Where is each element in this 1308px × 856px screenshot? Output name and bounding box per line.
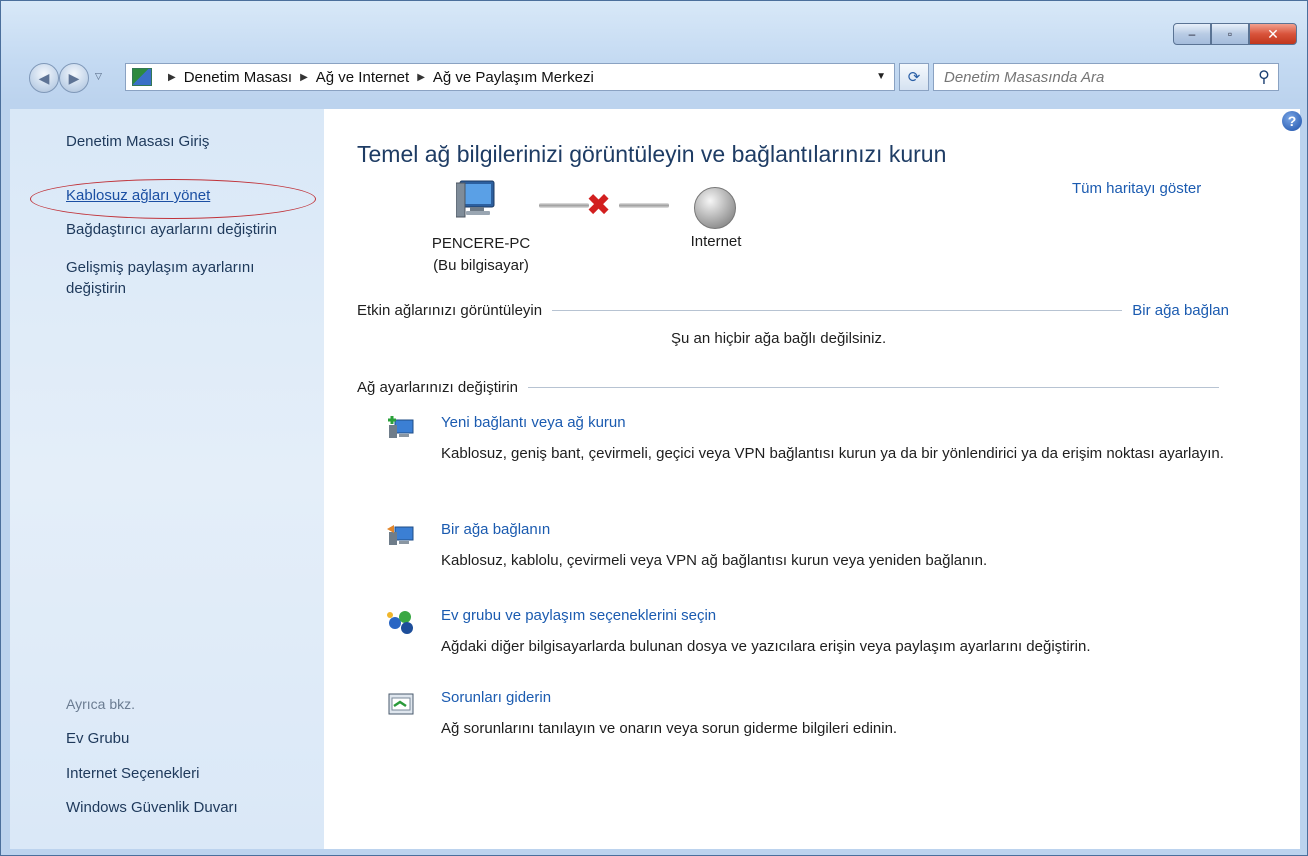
section-divider (527, 387, 1219, 388)
navigation-bar: ◀ ▶ ▽ ▶ Denetim Masası ▶ Ağ ve Internet … (23, 61, 1293, 93)
task-description: Ağ sorunlarını tanılayın ve onarın veya … (441, 720, 898, 737)
change-settings-header: Ağ ayarlarınızı değiştirin (357, 379, 1229, 396)
connect-network-icon[interactable] (387, 523, 415, 549)
troubleshoot-icon[interactable] (387, 691, 415, 717)
task-description: Kablosuz, geniş bant, çevirmeli, geçici … (441, 445, 1224, 462)
main-content: ? Temel ağ bilgilerinizi görüntüleyin ve… (324, 109, 1302, 849)
see-also-homegroup[interactable]: Ev Grubu (66, 730, 129, 747)
computer-subtitle: (Bu bilgisayar) (433, 257, 529, 274)
connect-to-network-link[interactable]: Bir ağa bağlan (1132, 302, 1229, 319)
see-also-internet-options[interactable]: Internet Seçenekleri (66, 765, 199, 782)
task-description: Kablosuz, kablolu, çevirmeli veya VPN ağ… (441, 552, 988, 569)
network-status-text: Şu an hiçbir ağa bağlı değilsiniz. (671, 330, 887, 347)
search-input[interactable] (934, 67, 1250, 87)
refresh-icon[interactable]: ⟳ (899, 63, 929, 91)
see-also-windows-firewall[interactable]: Windows Güvenlik Duvarı (66, 799, 238, 816)
connection-line (539, 203, 589, 208)
address-dropdown-icon[interactable]: ▼ (876, 71, 886, 82)
breadcrumb-separator-icon[interactable]: ▶ (300, 72, 308, 83)
maximize-button[interactable]: ▫ (1211, 23, 1249, 45)
section-divider (552, 310, 1123, 311)
computer-icon[interactable] (456, 177, 502, 223)
active-networks-header: Etkin ağlarınızı görüntüleyin Bir ağa ba… (357, 302, 1229, 319)
breadcrumb-separator-icon[interactable]: ▶ (168, 72, 176, 83)
minimize-button[interactable]: – (1173, 23, 1211, 45)
sidebar-advanced-sharing[interactable]: Gelişmiş paylaşım ayarlarını değiştirin (66, 257, 306, 299)
sidebar-manage-wireless[interactable]: Kablosuz ağları yönet (66, 187, 210, 204)
task-link-troubleshoot[interactable]: Sorunları giderin (441, 689, 551, 706)
breadcrumb-network-sharing-center[interactable]: Ağ ve Paylaşım Merkezi (433, 69, 594, 86)
computer-label: PENCERE-PC (Bu bilgisayar) (416, 233, 546, 277)
task-sidebar: Denetim Masası Giriş Kablosuz ağları yön… (10, 109, 324, 849)
breadcrumb-network-internet[interactable]: Ağ ve Internet (316, 69, 409, 86)
see-also-label: Ayrıca bkz. (66, 696, 135, 712)
history-dropdown-icon[interactable]: ▽ (95, 71, 102, 82)
page-title: Temel ağ bilgilerinizi görüntüleyin ve b… (357, 141, 947, 167)
see-full-map-link[interactable]: Tüm haritayı göster (1072, 180, 1201, 197)
sidebar-control-panel-home[interactable]: Denetim Masası Giriş (66, 133, 209, 150)
back-arrow-icon[interactable]: ◀ (29, 63, 59, 93)
breadcrumb-separator-icon[interactable]: ▶ (417, 72, 425, 83)
change-settings-heading: Ağ ayarlarınızı değiştirin (357, 379, 518, 396)
disconnected-x-icon[interactable]: ✖ (586, 191, 611, 221)
new-connection-icon[interactable] (387, 416, 415, 442)
address-bar[interactable]: ▶ Denetim Masası ▶ Ağ ve Internet ▶ Ağ v… (125, 63, 895, 91)
help-icon[interactable]: ? (1282, 111, 1302, 131)
task-description: Ağdaki diğer bilgisayarlarda bulunan dos… (441, 638, 1091, 655)
connection-line (619, 203, 669, 208)
sidebar-adapter-settings[interactable]: Bağdaştırıcı ayarlarını değiştirin (66, 221, 277, 238)
network-sharing-center-window: – ▫ ✕ ◀ ▶ ▽ ▶ Denetim Masası ▶ Ağ ve Int… (0, 0, 1308, 856)
task-link-homegroup[interactable]: Ev grubu ve paylaşım seçeneklerini seçin (441, 607, 716, 624)
control-panel-icon (132, 68, 152, 86)
close-button[interactable]: ✕ (1249, 23, 1297, 45)
internet-globe-icon[interactable] (694, 187, 736, 229)
task-link-new-connection[interactable]: Yeni bağlantı veya ağ kurun (441, 414, 626, 431)
breadcrumb-control-panel[interactable]: Denetim Masası (184, 69, 292, 86)
active-networks-heading: Etkin ağlarınızı görüntüleyin (357, 302, 543, 319)
forward-arrow-icon[interactable]: ▶ (59, 63, 89, 93)
internet-label: Internet (690, 233, 742, 250)
search-icon[interactable]: ⚲ (1250, 67, 1278, 87)
search-box[interactable]: ⚲ (933, 63, 1279, 91)
task-link-connect-network[interactable]: Bir ağa bağlanın (441, 521, 550, 538)
caption-buttons: – ▫ ✕ (1173, 23, 1297, 45)
computer-name: PENCERE-PC (431, 235, 531, 252)
homegroup-icon[interactable] (387, 609, 415, 635)
